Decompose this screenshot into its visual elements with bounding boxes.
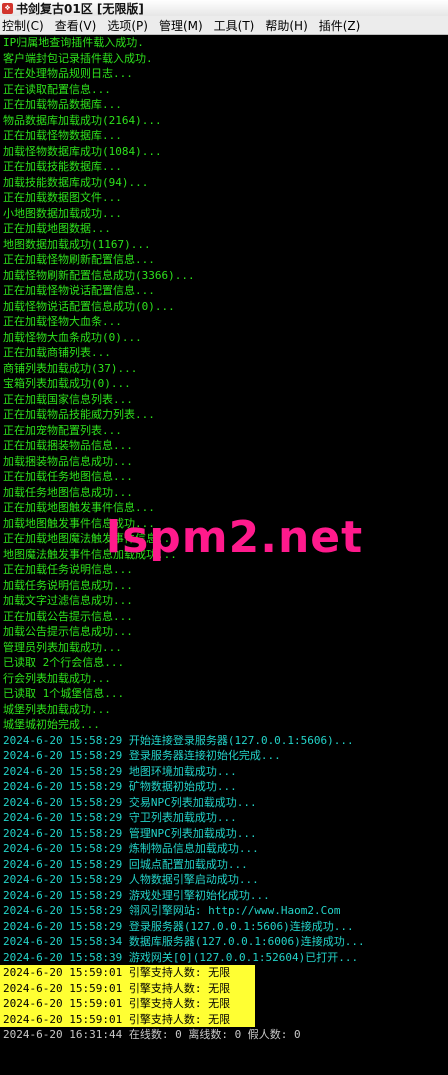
log-line: 正在加载怪物说话配置信息... bbox=[3, 284, 155, 297]
log-line: 正在加载怪物数据库... bbox=[3, 129, 122, 142]
log-line: 地图数据加载成功(1167)... bbox=[3, 237, 151, 251]
log-line: 已读取 1个城堡信息... bbox=[3, 687, 125, 700]
log-line: 2024-6-20 15:58:29 开始连接登录服务器(127.0.0.1:5… bbox=[3, 733, 354, 747]
log-line: 正在加载怪物刷新配置信息... bbox=[3, 253, 155, 266]
log-line: 地图魔法触发事件信息加载成功... bbox=[3, 547, 177, 561]
log-line: 正在加载物品技能威力列表... bbox=[3, 408, 155, 421]
log-line: 2024-6-20 15:58:29 交易NPC列表加载成功... bbox=[3, 795, 257, 809]
log-line: 加载公告提示信息成功... bbox=[3, 625, 133, 638]
log-line: 2024-6-20 15:58:29 登录服务器(127.0.0.1:5606)… bbox=[3, 919, 354, 933]
menu-bar: 控制(C) 查看(V) 选项(P) 管理(M) 工具(T) 帮助(H) 插件(Z… bbox=[0, 16, 448, 35]
server-log[interactable]: IP归属地查询插件载入成功. 客户端封包记录插件载入成功. 正在处理物品规则日志..… bbox=[0, 35, 448, 1075]
log-line: 2024-6-20 15:58:34 数据库服务器(127.0.0.1:6006… bbox=[3, 935, 365, 948]
log-line: 正在加载国家信息列表... bbox=[3, 392, 133, 406]
title-bar: ❖ 书剑复古01区 [无限版] bbox=[0, 0, 448, 17]
menu-tools[interactable]: 工具(T) bbox=[212, 17, 258, 34]
log-line: 正在加载任务地图信息... bbox=[3, 470, 133, 483]
log-line: 2024-6-20 15:58:29 人物数据引擎启动成功... bbox=[3, 873, 259, 886]
log-line: 管理员列表加载成功... bbox=[3, 640, 122, 654]
log-line: 加载捆装物品信息成功... bbox=[3, 454, 133, 468]
log-line: 城堡列表加载成功... bbox=[3, 702, 111, 716]
log-line: 加载怪物大血条成功(0)... bbox=[3, 330, 142, 344]
log-line: 商铺列表加载成功(37)... bbox=[3, 361, 138, 375]
log-line: 行会列表加载成功... bbox=[3, 671, 111, 685]
log-line: 加载技能数据库成功(94)... bbox=[3, 175, 149, 189]
log-line: 加载任务地图信息成功... bbox=[3, 485, 133, 499]
log-line: 加载任务说明信息成功... bbox=[3, 578, 133, 592]
menu-manage[interactable]: 管理(M) bbox=[157, 17, 206, 34]
window-title: 书剑复古01区 [无限版] bbox=[16, 1, 144, 16]
log-line: 2024-6-20 15:59:01 引擎支持人数: 无限 bbox=[0, 965, 255, 981]
log-line: 正在加载商铺列表... bbox=[3, 346, 111, 359]
log-line: 物品数据库加载成功(2164)... bbox=[3, 113, 162, 127]
log-line: 正在加载捆装物品信息... bbox=[3, 439, 133, 452]
menu-control[interactable]: 控制(C) bbox=[0, 17, 47, 34]
log-line: 加载怪物说话配置信息成功(0)... bbox=[3, 299, 175, 313]
log-line: 宝箱列表加载成功(0)... bbox=[3, 377, 131, 390]
log-line: 加载文字过滤信息成功... bbox=[3, 594, 133, 607]
log-line: 城堡城初始完成... bbox=[3, 718, 100, 731]
menu-view[interactable]: 查看(V) bbox=[53, 17, 100, 34]
log-line: IP归属地查询插件载入成功. bbox=[3, 36, 144, 49]
log-line: 2024-6-20 15:58:29 矿物数据初始成功... bbox=[3, 780, 237, 793]
app-icon[interactable]: ❖ bbox=[2, 2, 13, 14]
log-line: 加载怪物刷新配置信息成功(3366)... bbox=[3, 268, 195, 282]
log-line: 2024-6-20 15:58:29 守卫列表加载成功... bbox=[3, 811, 237, 824]
log-line: 2024-6-20 15:59:01 引擎支持人数: 无限 bbox=[0, 1011, 255, 1027]
log-line: 2024-6-20 15:59:01 引擎支持人数: 无限 bbox=[0, 980, 255, 996]
log-line: 2024-6-20 16:31:44 在线数: 0 离线数: 0 假人数: 0 bbox=[3, 1028, 301, 1041]
log-line: 正在加载怪物大血条... bbox=[3, 315, 122, 328]
log-line: 2024-6-20 15:58:29 地图环境加载成功... bbox=[3, 764, 237, 778]
log-line: 2024-6-20 15:58:29 管理NPC列表加载成功... bbox=[3, 826, 257, 840]
log-line: 2024-6-20 15:58:39 游戏网关[0](127.0.0.1:526… bbox=[3, 950, 359, 964]
log-line: 正在加载物品数据库... bbox=[3, 98, 122, 111]
log-line: 2024-6-20 15:58:29 登录服务器连接初始化完成... bbox=[3, 749, 281, 762]
menu-plugins[interactable]: 插件(Z) bbox=[317, 17, 364, 34]
log-line: 正在读取配置信息... bbox=[3, 82, 111, 96]
log-line: 2024-6-20 15:59:01 引擎支持人数: 无限 bbox=[0, 996, 255, 1012]
log-line: 正在加宠物配置列表... bbox=[3, 423, 122, 437]
log-line: 加载地图触发事件信息成功... bbox=[3, 516, 155, 530]
log-line: 正在加载地图魔法触发事件信息... bbox=[3, 532, 177, 545]
menu-help[interactable]: 帮助(H) bbox=[263, 17, 310, 34]
log-line: 小地图数据加载成功... bbox=[3, 206, 122, 220]
log-line: 2024-6-20 15:58:29 回城点配置加载成功... bbox=[3, 857, 248, 871]
log-line: 正在加载技能数据库... bbox=[3, 160, 122, 173]
log-line: 加载怪物数据库成功(1084)... bbox=[3, 144, 162, 158]
log-line: 2024-6-20 15:58:29 炼制物品信息加载成功... bbox=[3, 842, 259, 855]
log-line: 正在加载数据图文件... bbox=[3, 191, 122, 204]
log-line: 正在处理物品规则日志... bbox=[3, 67, 133, 80]
log-line: 2024-6-20 15:58:29 游戏处理引擎初始化成功... bbox=[3, 888, 270, 902]
log-line: 客户端封包记录插件载入成功. bbox=[3, 51, 153, 65]
log-line: 正在加载任务说明信息... bbox=[3, 563, 133, 576]
log-line: 2024-6-20 15:58:29 翎风引擎网站: http://www.Ha… bbox=[3, 904, 341, 917]
log-line: 正在加载地图数据... bbox=[3, 222, 111, 235]
log-line: 正在加载地图触发事件信息... bbox=[3, 501, 155, 514]
menu-options[interactable]: 选项(P) bbox=[105, 17, 151, 34]
log-line: 已读取 2个行会信息... bbox=[3, 656, 125, 669]
log-line: 正在加载公告提示信息... bbox=[3, 609, 133, 623]
